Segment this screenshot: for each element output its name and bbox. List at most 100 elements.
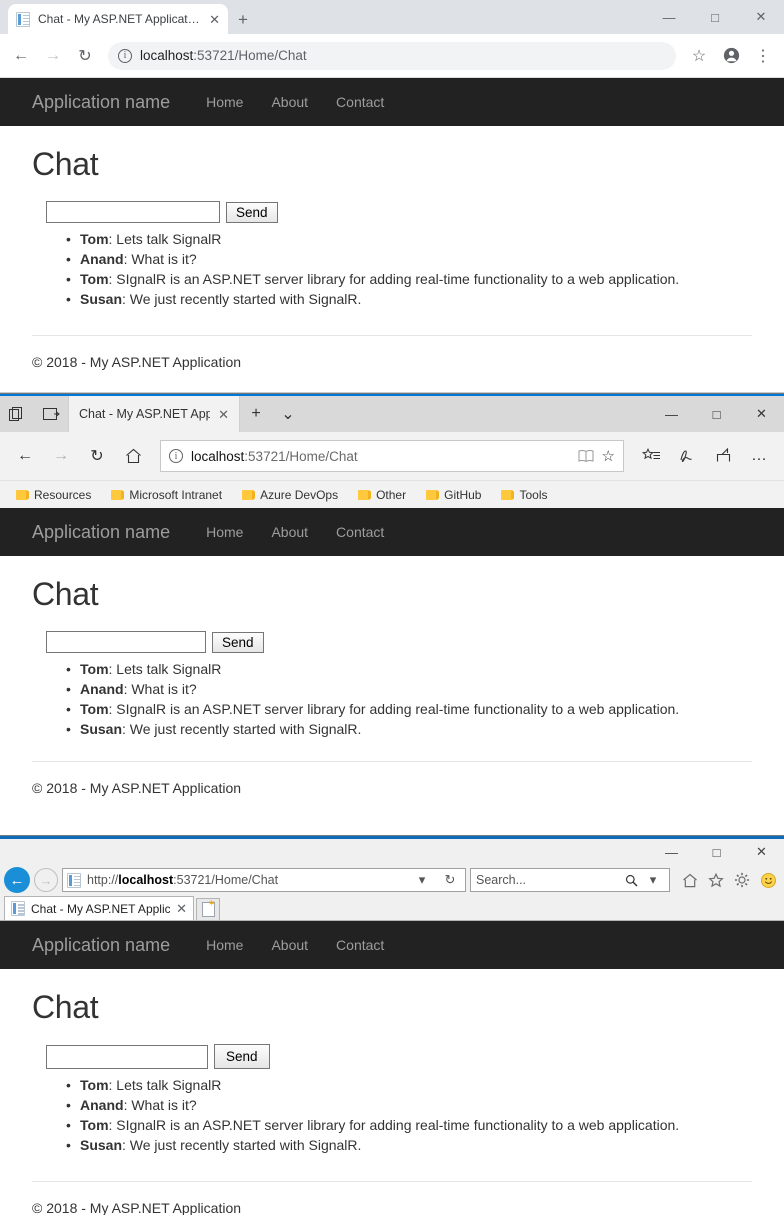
feedback-smiley-icon[interactable] [756,868,780,892]
screenshot-root: Chat - My ASP.NET Application ✕ + — □ ✕ … [0,0,784,1215]
ie-tab[interactable]: Chat - My ASP.NET Applica... ✕ [4,896,194,920]
send-button[interactable]: Send [226,201,278,223]
hub-icon[interactable] [634,439,668,473]
home-icon[interactable] [678,868,702,892]
chrome-menu-icon[interactable]: ⋮ [748,41,778,71]
maximize-button[interactable]: □ [694,396,739,432]
minimize-button[interactable]: — [646,0,692,34]
chrome-address-bar[interactable]: i localhost:53721/Home/Chat [108,41,676,70]
chat-form: Send [46,201,752,223]
search-icon[interactable] [620,874,642,887]
close-button[interactable]: ✕ [739,839,784,865]
message-text: Lets talk SignalR [116,231,222,247]
favorites-star-icon[interactable] [704,868,728,892]
favorite-azure-devops[interactable]: Azure DevOps [234,484,346,506]
site-brand[interactable]: Application name [32,935,170,956]
close-icon[interactable]: ✕ [218,408,229,421]
page-title: Chat [32,146,99,182]
site-brand[interactable]: Application name [32,92,170,113]
nav-link-about[interactable]: About [257,937,322,953]
close-button[interactable]: ✕ [739,396,784,432]
chrome-page-content: Chat Send Tom: Lets talk SignalR Anand: … [0,126,784,370]
ie-address-bar[interactable]: http://localhost:53721/Home/Chat ▾ ↻ [62,868,466,892]
favorite-tools[interactable]: Tools [493,484,555,506]
search-dropdown-icon[interactable]: ▾ [642,872,664,888]
list-item: Tom: Lets talk SignalR [66,659,752,679]
message-user: Susan [80,291,123,307]
nav-link-contact[interactable]: Contact [322,937,398,953]
close-icon[interactable]: ✕ [209,13,220,26]
message-user: Tom [80,661,109,677]
internet-explorer-window: — □ ✕ ← → http://localhost:53721/Home/Ch… [0,835,784,1215]
message-text: We just recently started with SignalR. [129,291,362,307]
address-dropdown-icon[interactable]: ▾ [411,872,433,888]
back-icon[interactable]: ← [8,439,42,473]
favorite-resources[interactable]: Resources [8,484,99,506]
tabs-you-set-aside-icon[interactable] [34,396,68,432]
minimize-button[interactable]: — [649,839,694,865]
edge-tab[interactable]: Chat - My ASP.NET App ✕ [68,396,240,432]
maximize-button[interactable]: □ [694,839,739,865]
ie-search-box[interactable]: Search... ▾ [470,868,670,892]
chrome-tab[interactable]: Chat - My ASP.NET Application ✕ [8,4,228,34]
favorite-star-icon[interactable]: ☆ [602,447,615,465]
chat-form: Send [46,631,752,653]
nav-link-home[interactable]: Home [192,94,257,110]
edge-site-navbar: Application name Home About Contact [0,508,784,556]
close-button[interactable]: ✕ [738,0,784,34]
message-user: Tom [80,231,109,247]
list-item: Susan: We just recently started with Sig… [66,1135,752,1155]
favorite-other[interactable]: Other [350,484,414,506]
refresh-icon[interactable]: ↻ [439,872,461,888]
nav-link-about[interactable]: About [257,524,322,540]
site-info-icon[interactable]: i [169,449,183,463]
chat-message-input[interactable] [46,201,220,223]
message-sep: : [122,291,130,307]
forward-icon[interactable]: → [38,41,68,71]
site-brand[interactable]: Application name [32,522,170,543]
chat-message-input[interactable] [46,631,206,653]
nav-link-about[interactable]: About [257,94,322,110]
site-info-icon[interactable]: i [118,48,132,63]
favorite-microsoft-intranet[interactable]: Microsoft Intranet [103,484,230,506]
back-icon[interactable]: ← [6,41,36,71]
minimize-button[interactable]: — [649,396,694,432]
close-icon[interactable]: ✕ [176,902,187,915]
bookmark-star-icon[interactable]: ☆ [684,41,714,71]
page-title: Chat [32,576,99,612]
list-item: Anand: What is it? [66,249,752,269]
chat-message-input[interactable] [46,1044,208,1069]
forward-icon[interactable]: → [44,439,78,473]
home-icon[interactable] [116,439,150,473]
reload-icon[interactable]: ↻ [70,41,100,71]
web-note-icon[interactable] [670,439,704,473]
list-item: Tom: SIgnalR is an ASP.NET server librar… [66,269,752,289]
new-tab-button[interactable] [196,898,220,920]
nav-link-contact[interactable]: Contact [322,524,398,540]
refresh-icon[interactable]: ↻ [80,439,114,473]
back-icon[interactable]: ← [4,867,30,893]
message-text: We just recently started with SignalR. [129,1137,362,1153]
ie-url-path: :53721/Home/Chat [173,873,279,887]
profile-icon[interactable] [716,41,746,71]
nav-link-contact[interactable]: Contact [322,94,398,110]
send-button[interactable]: Send [214,1044,270,1069]
forward-icon[interactable]: → [34,868,58,892]
nav-link-home[interactable]: Home [192,937,257,953]
maximize-button[interactable]: □ [692,0,738,34]
chrome-tab-strip: Chat - My ASP.NET Application ✕ + — □ ✕ [0,0,784,34]
chevron-down-icon[interactable]: ⌄ [272,396,304,432]
list-item: Susan: We just recently started with Sig… [66,719,752,739]
new-tab-button[interactable]: + [238,11,248,28]
edge-address-bar[interactable]: i localhost:53721/Home/Chat ☆ [160,440,624,472]
edge-browser-window: Chat - My ASP.NET App ✕ + ⌄ — □ ✕ ← → ↻ … [0,393,784,835]
new-tab-button[interactable]: + [240,396,272,432]
tools-gear-icon[interactable] [730,868,754,892]
reading-view-icon[interactable] [578,449,594,463]
set-tabs-aside-icon[interactable] [0,396,34,432]
more-icon[interactable]: … [742,439,776,473]
share-icon[interactable] [706,439,740,473]
send-button[interactable]: Send [212,631,264,653]
favorite-github[interactable]: GitHub [418,484,489,506]
nav-link-home[interactable]: Home [192,524,257,540]
